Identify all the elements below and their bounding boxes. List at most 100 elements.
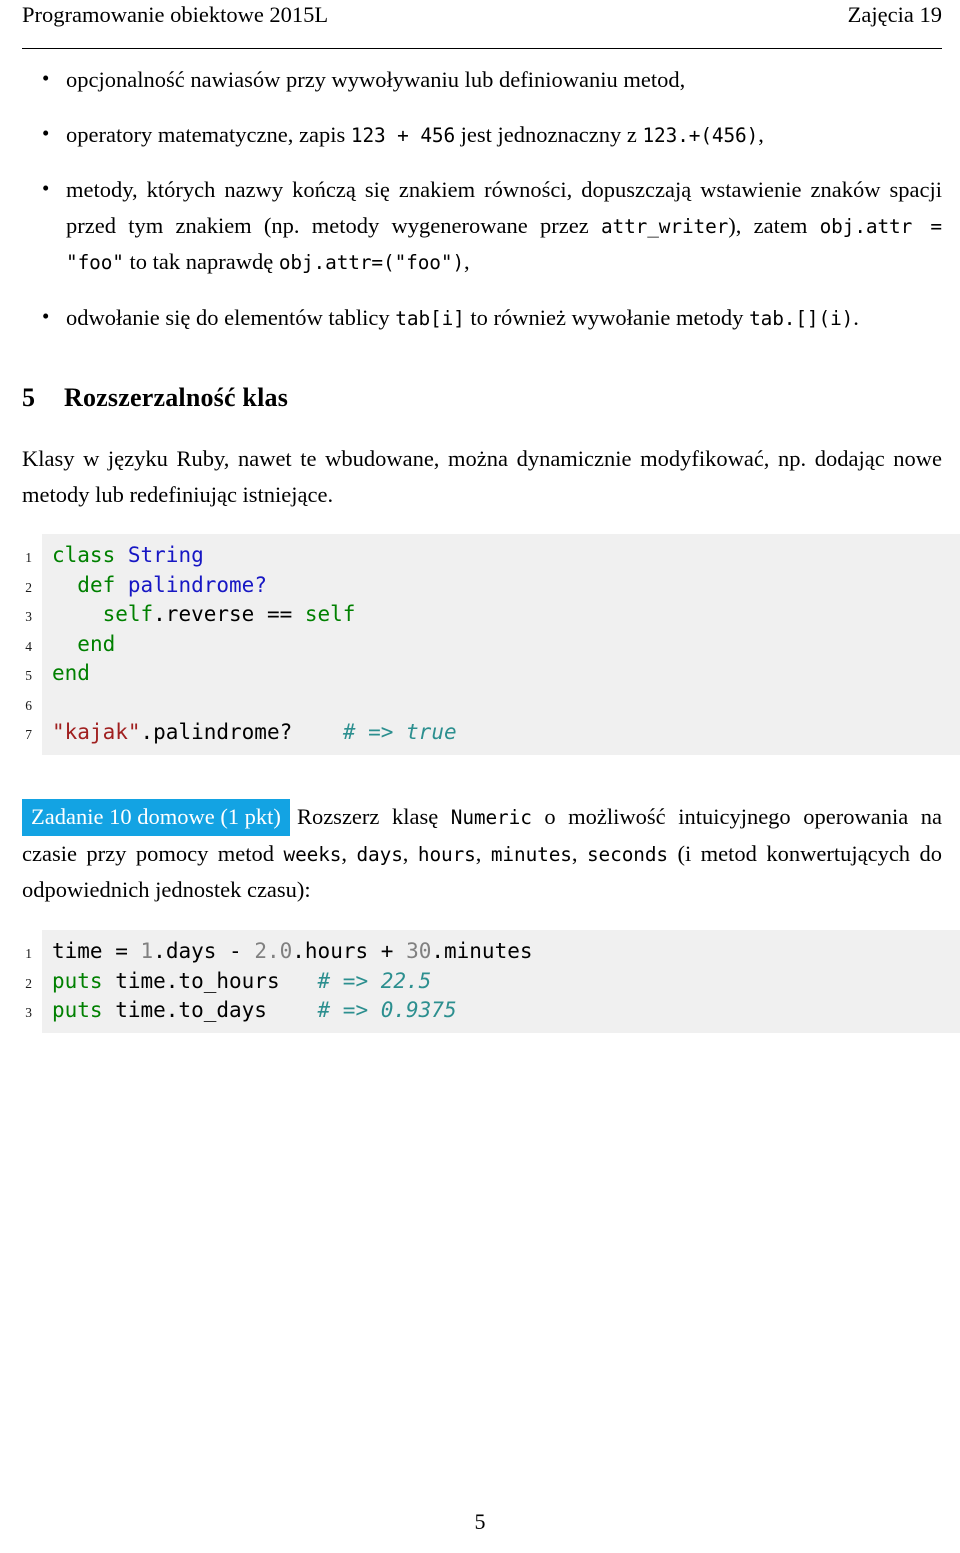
code-token: class bbox=[52, 543, 116, 567]
homework-task-paragraph: Zadanie 10 domowe (1 pkt) Rozszerz klasę … bbox=[22, 798, 942, 908]
code-line-number: 7 bbox=[25, 727, 32, 742]
code-token: time.to_days bbox=[102, 998, 318, 1022]
inline-code: 123.+(456) bbox=[642, 123, 759, 147]
code-token: 30 bbox=[406, 939, 432, 963]
code-line-source: puts time.to_days # => 0.9375 bbox=[52, 996, 457, 1026]
inline-code: obj.attr=("foo") bbox=[278, 251, 465, 274]
inline-code: Numeric bbox=[450, 805, 532, 829]
intro-paragraph: Klasy w języku Ruby, nawet te wbudowane,… bbox=[22, 446, 942, 507]
inline-code: hours bbox=[417, 842, 476, 866]
section-heading: 5 Rozszerzalność klas bbox=[22, 382, 942, 414]
code-token: # => 0.9375 bbox=[317, 998, 457, 1022]
inline-text: opcjonalność nawiasów przy wywoływaniu l… bbox=[66, 67, 686, 92]
header-course-title: Programowanie obiektowe 2015L bbox=[22, 2, 329, 27]
code-line: 3 self.reverse == self bbox=[22, 600, 942, 630]
code-token: .reverse == bbox=[153, 602, 305, 626]
inline-text: , bbox=[475, 840, 491, 866]
code-line: 1 time = 1.days - 2.0.hours + 30.minutes bbox=[22, 937, 942, 967]
code-token: "kajak" bbox=[52, 720, 141, 744]
page-content: opcjonalność nawiasów przy wywoływaniu l… bbox=[22, 61, 960, 1033]
inline-text: operatory matematyczne, zapis bbox=[66, 121, 351, 147]
code-token: palindrome? bbox=[127, 572, 267, 597]
code-line: 5 end bbox=[22, 659, 942, 689]
inline-text: , bbox=[464, 249, 470, 274]
inline-text: odwołanie się do elementów tablicy bbox=[66, 304, 396, 330]
code-token: end bbox=[52, 661, 90, 685]
inline-code: 123 + 456 bbox=[350, 123, 456, 147]
code-line-number: 4 bbox=[25, 638, 32, 654]
code-token: puts bbox=[52, 998, 103, 1022]
code-token: 1 bbox=[140, 939, 154, 963]
task-badge: Zadanie 10 domowe (1 pkt) bbox=[22, 798, 290, 836]
inline-code: tab.[](i) bbox=[749, 306, 854, 330]
feature-bullet-list: opcjonalność nawiasów przy wywoływaniu l… bbox=[22, 61, 942, 337]
code-token: self bbox=[304, 602, 356, 626]
code-token: self bbox=[102, 602, 154, 626]
list-item: odwołanie się do elementów tablicy tab[i… bbox=[22, 299, 942, 337]
inline-text: to tak naprawdę bbox=[123, 249, 279, 274]
inline-code: tab[i] bbox=[395, 306, 465, 330]
code-line-number: 3 bbox=[25, 609, 32, 624]
inline-code: attr_writer bbox=[600, 214, 729, 238]
inline-text: Rozszerz klasę bbox=[296, 803, 451, 829]
inline-text: . bbox=[853, 304, 859, 330]
code-line: 4 end bbox=[22, 630, 942, 660]
code-token: puts bbox=[52, 968, 103, 993]
code-line-source: puts time.to_hours # => 22.5 bbox=[52, 967, 431, 997]
code-line: 3 puts time.to_days # => 0.9375 bbox=[22, 996, 942, 1026]
code-line-source: self.reverse == self bbox=[52, 600, 356, 630]
code-line-number: 3 bbox=[25, 1005, 32, 1020]
code-line-source: end bbox=[52, 630, 115, 660]
inline-code: seconds bbox=[586, 842, 668, 866]
code-token: # => 22.5 bbox=[317, 968, 432, 993]
code-line: 2 puts time.to_hours # => 22.5 bbox=[22, 967, 942, 997]
inline-text: ), zatem bbox=[728, 212, 820, 238]
code-line-number: 1 bbox=[25, 550, 32, 565]
section-title: Rozszerzalność klas bbox=[64, 383, 289, 412]
code-token: .hours + bbox=[292, 939, 407, 963]
code-token: .days - bbox=[153, 939, 255, 963]
code-line-source: def palindrome? bbox=[52, 571, 267, 601]
code-listing-palindrome: 1 class String 2 def palindrome? 3 self.rev… bbox=[22, 534, 960, 755]
code-line-number: 1 bbox=[25, 946, 32, 961]
document-page: Programowanie obiektowe 2015L Zajęcia 19… bbox=[0, 0, 960, 1553]
inline-text: jest jednoznaczny z bbox=[455, 121, 643, 147]
code-line-number: 2 bbox=[25, 579, 32, 595]
code-lines: 1 time = 1.days - 2.0.hours + 30.minutes 2… bbox=[22, 930, 942, 1033]
code-line-number: 6 bbox=[25, 697, 32, 713]
inline-text: , bbox=[402, 840, 418, 866]
page-header: Programowanie obiektowe 2015L Zajęcia 19 bbox=[22, 0, 942, 49]
code-token: time = bbox=[52, 939, 141, 963]
header-lesson-number: Zajęcia 19 bbox=[847, 2, 942, 27]
code-line: 2 def palindrome? bbox=[22, 571, 942, 601]
inline-code: minutes bbox=[490, 842, 572, 866]
code-token: time.to_hours bbox=[102, 968, 318, 993]
code-line-source: end bbox=[52, 659, 90, 689]
list-item: metody, których nazwy kończą się znakiem… bbox=[22, 171, 942, 281]
code-token: # => true bbox=[342, 720, 457, 744]
code-line: 6 bbox=[22, 689, 942, 719]
code-token: end bbox=[77, 631, 116, 656]
page-number: 5 bbox=[474, 1509, 486, 1534]
code-token: def bbox=[77, 572, 116, 597]
code-line-source: class String bbox=[52, 541, 204, 571]
code-lines: 1 class String 2 def palindrome? 3 self.rev… bbox=[22, 534, 942, 755]
list-item: opcjonalność nawiasów przy wywoływaniu l… bbox=[22, 61, 942, 98]
code-token: 2.0 bbox=[254, 939, 293, 963]
inline-code: days bbox=[356, 842, 403, 866]
section-number: 5 bbox=[22, 383, 36, 412]
inline-text: , bbox=[571, 840, 587, 866]
inline-code: weeks bbox=[283, 842, 342, 866]
code-line: 7 "kajak".palindrome? # => true bbox=[22, 718, 942, 748]
code-line-number: 5 bbox=[25, 668, 32, 683]
inline-text: , bbox=[758, 121, 764, 147]
code-line-source: time = 1.days - 2.0.hours + 30.minutes bbox=[52, 937, 533, 967]
code-token: .minutes bbox=[431, 939, 533, 963]
code-line-source: "kajak".palindrome? # => true bbox=[52, 718, 457, 748]
code-listing-numeric-time: 1 time = 1.days - 2.0.hours + 30.minutes 2… bbox=[22, 930, 960, 1033]
